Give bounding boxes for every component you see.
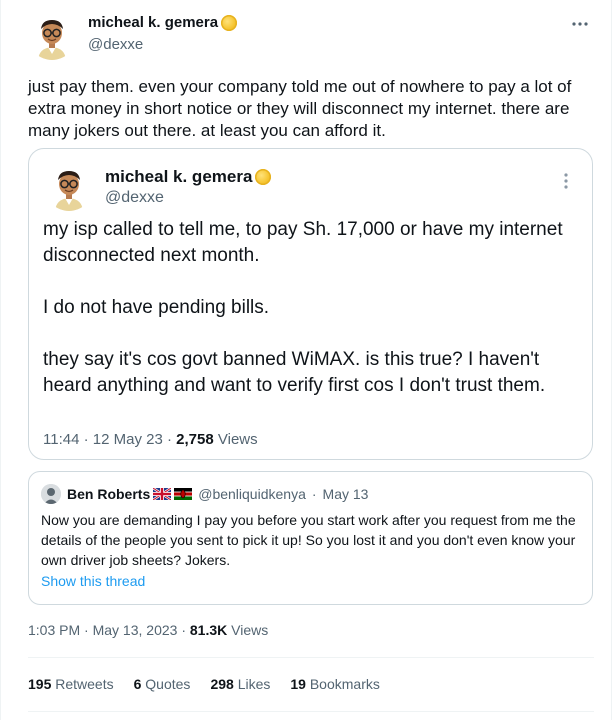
quoted-author-avatar[interactable] [45, 163, 93, 211]
retweets-label: Retweets [55, 676, 114, 692]
retweets-stat[interactable]: 195 Retweets [28, 676, 114, 692]
more-vertical-icon[interactable] [558, 171, 574, 191]
embedded-author-handle[interactable]: @benliquidkenya [198, 486, 306, 502]
quotes-stat[interactable]: 6 Quotes [134, 676, 191, 692]
tweet-time[interactable]: 1:03 PM [28, 622, 80, 638]
tweet-timestamp: 1:03 PM · May 13, 2023 · 81.3K Views [28, 622, 269, 638]
divider [28, 657, 594, 658]
likes-stat[interactable]: 298 Likes [210, 676, 270, 692]
embedded-tweet-header: Ben Roberts @benliquidkenya · May 13 [41, 484, 368, 504]
cartoon-avatar-icon [28, 12, 76, 60]
retweets-count: 195 [28, 676, 52, 692]
quoted-tweet-meta: 11:44 · 12 May 23 · 2,758 Views [43, 431, 258, 448]
cartoon-avatar-icon [45, 163, 93, 211]
author-name[interactable]: micheal k. gemera [88, 14, 218, 31]
show-thread-link[interactable]: Show this thread [41, 573, 145, 589]
uk-flag-icon [153, 488, 172, 500]
tweet-views-label: Views [231, 622, 269, 638]
embedded-author-avatar[interactable] [41, 484, 61, 504]
embedded-date[interactable]: May 13 [323, 486, 369, 502]
bookmarks-stat[interactable]: 19 Bookmarks [290, 676, 380, 692]
quoted-time[interactable]: 11:44 [43, 431, 79, 448]
coin-emoji-icon [255, 169, 272, 185]
author-name-row[interactable]: micheal k. gemera [88, 14, 238, 31]
tweet-date[interactable]: May 13, 2023 [93, 622, 178, 638]
bookmarks-count: 19 [290, 676, 306, 692]
embedded-author-name[interactable]: Ben Roberts [67, 486, 150, 502]
embedded-tweet-card[interactable]: Ben Roberts @benliquidkenya · May 13 Now… [28, 471, 593, 605]
quoted-date[interactable]: 12 May 23 [93, 431, 163, 448]
quoted-tweet-card[interactable]: micheal k. gemera @dexxe my isp called t… [28, 148, 593, 460]
quoted-paragraph: I do not have pending bills. [43, 297, 270, 318]
divider [28, 711, 594, 712]
profile-photo-icon [41, 484, 61, 504]
embedded-separator: · [311, 486, 317, 502]
quoted-author-name-row[interactable]: micheal k. gemera [105, 167, 272, 187]
author-handle[interactable]: @dexxe [88, 36, 143, 53]
likes-count: 298 [210, 676, 234, 692]
tweet-stats: 195 Retweets 6 Quotes 298 Likes 19 Bookm… [28, 676, 400, 692]
coin-emoji-icon [221, 14, 238, 31]
bookmarks-label: Bookmarks [309, 676, 380, 692]
quoted-paragraph: my isp called to tell me, to pay Sh. 17,… [43, 219, 563, 266]
author-avatar[interactable] [28, 12, 76, 60]
quoted-views-label: Views [217, 431, 258, 448]
quotes-label: Quotes [145, 676, 191, 692]
tweet-text: just pay them. even your company told me… [28, 77, 572, 140]
quoted-author-name[interactable]: micheal k. gemera [105, 167, 252, 187]
quotes-count: 6 [133, 676, 142, 692]
quoted-views-count: 2,758 [176, 431, 214, 448]
quoted-author-handle[interactable]: @dexxe [105, 189, 164, 207]
embedded-tweet-text: Now you are demanding I pay you before y… [41, 512, 576, 568]
quoted-paragraph: they say it's cos govt banned WiMAX. is … [43, 349, 546, 396]
tweet-views-count: 81.3K [189, 622, 228, 638]
likes-label: Likes [237, 676, 271, 692]
more-horizontal-icon[interactable] [568, 14, 592, 38]
quoted-tweet-text: my isp called to tell me, to pay Sh. 17,… [43, 217, 563, 399]
kenya-flag-icon [174, 488, 193, 500]
